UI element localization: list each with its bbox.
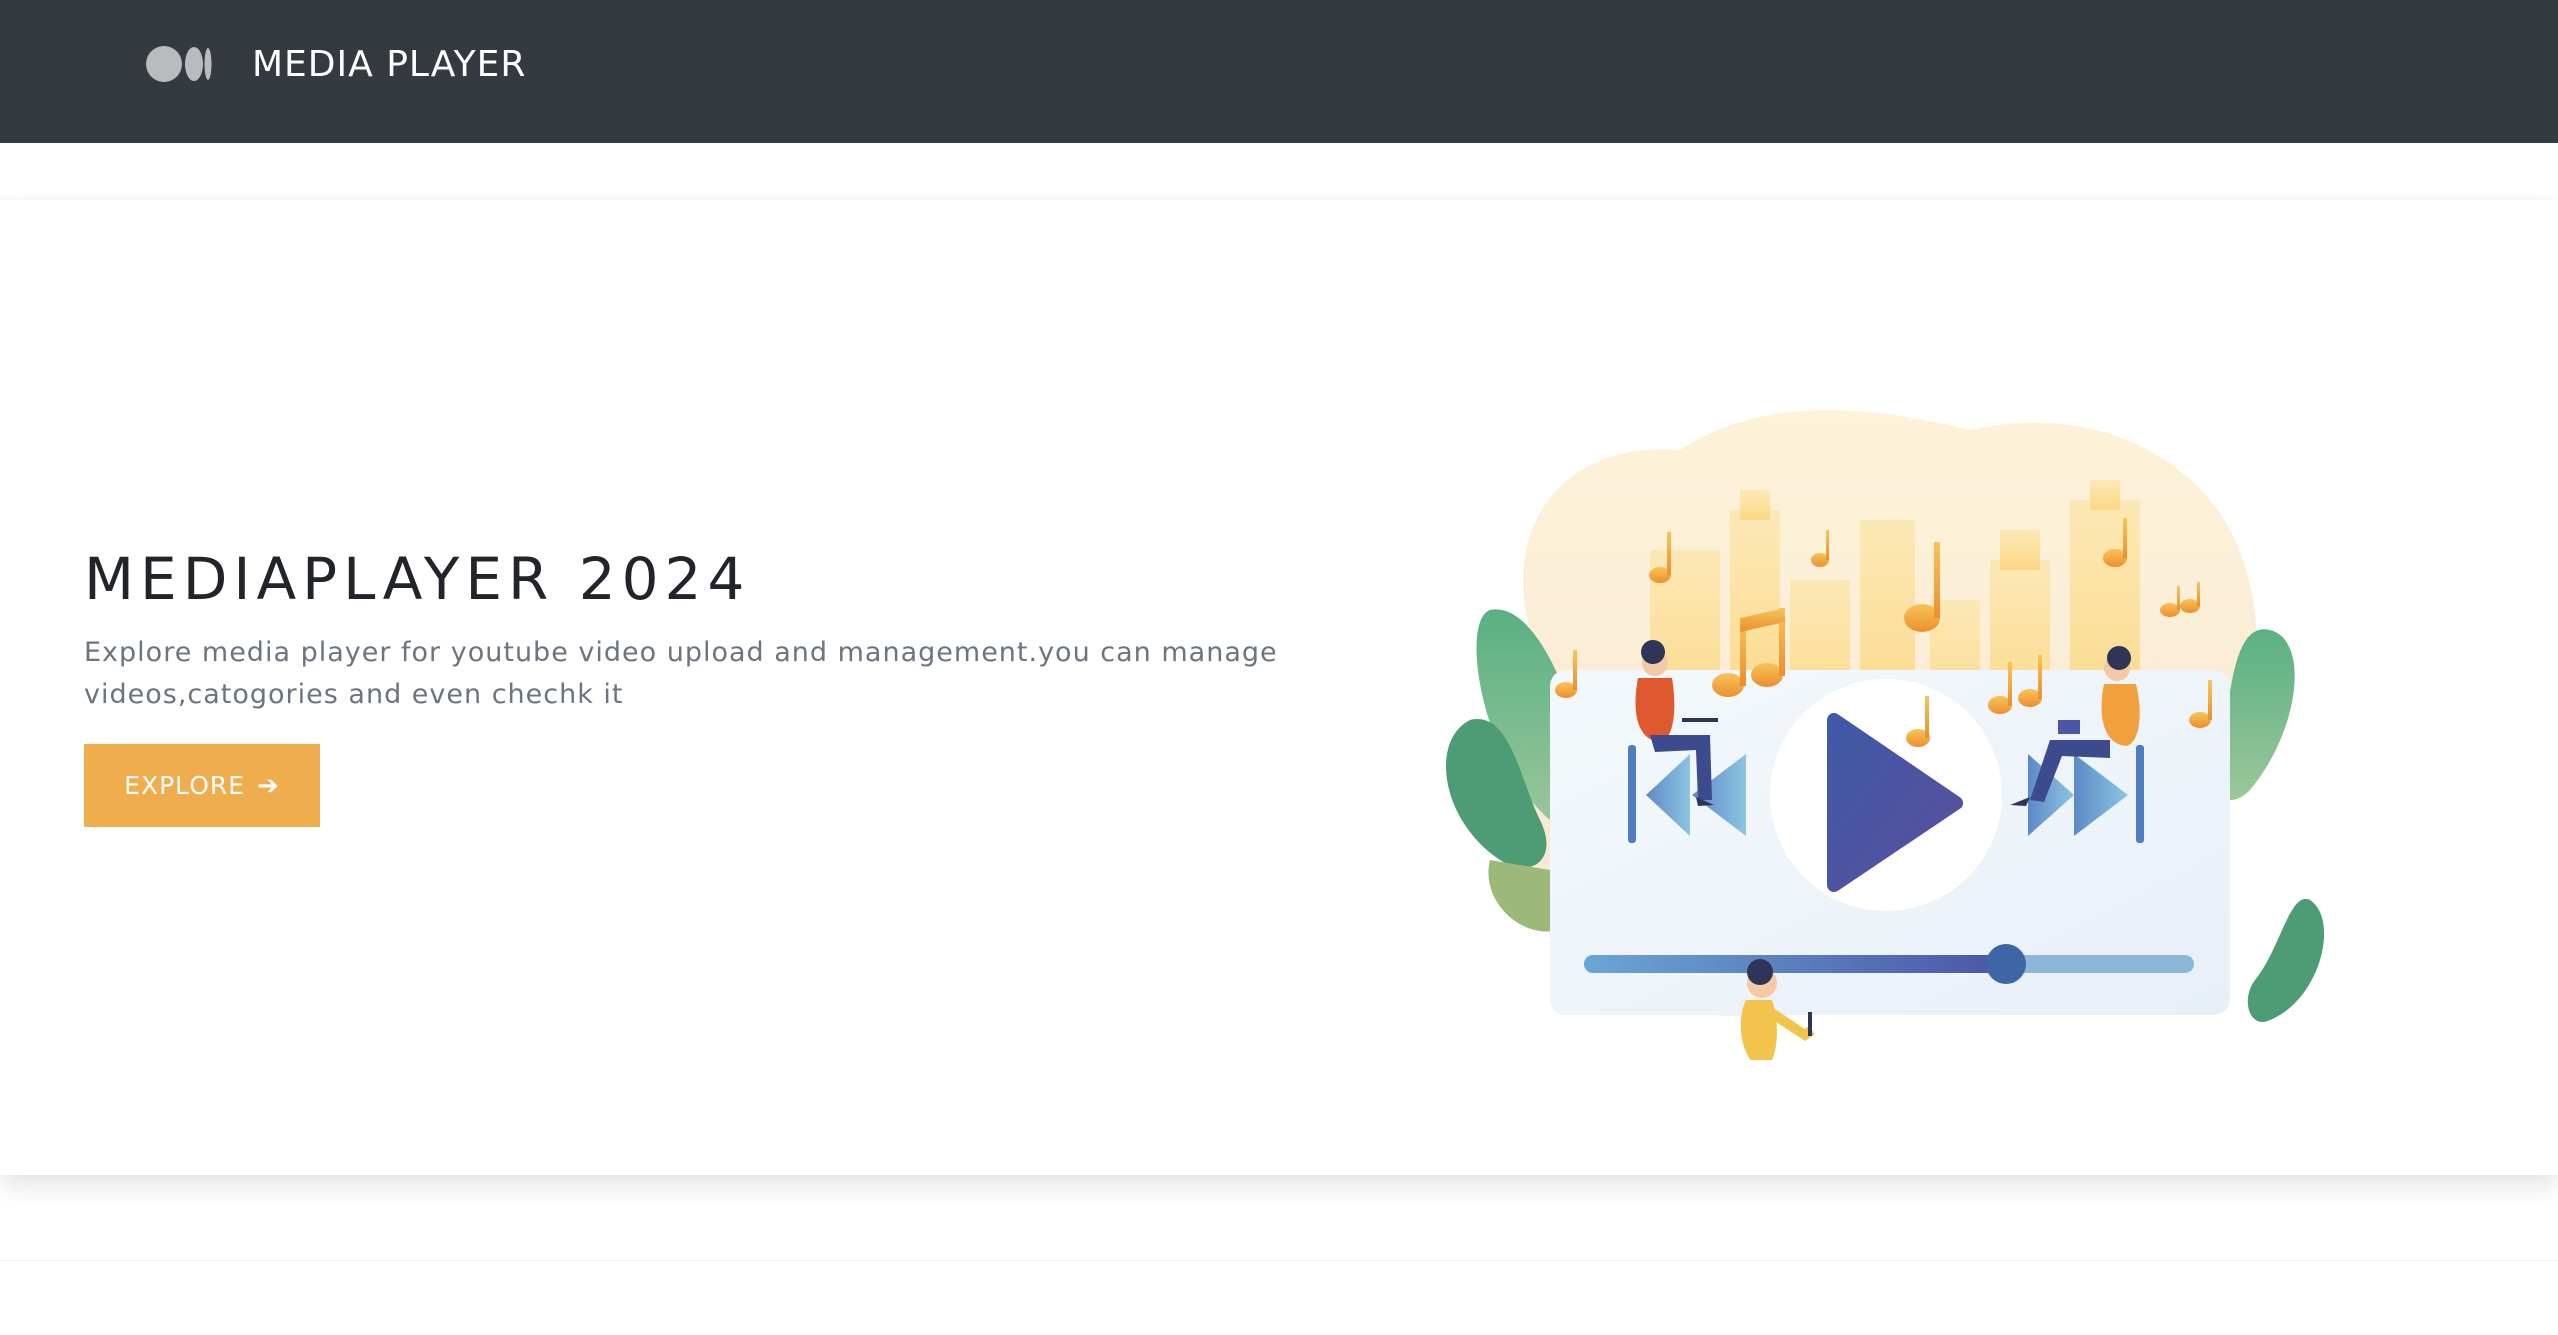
media-player-illustration [1446,410,2325,1060]
hero-section: MEDIAPLAYER 2024 Explore media player fo… [0,200,2558,1175]
arrow-right-icon: ➔ [257,770,280,801]
section-divider [0,1260,2558,1261]
brand-title: MEDIA PLAYER [252,43,527,85]
explore-button[interactable]: EXPLORE ➔ [84,744,320,827]
page-title: MEDIAPLAYER 2024 [84,545,751,613]
medium-logo-icon [146,46,212,82]
hero-description: Explore media player for youtube video u… [84,637,1278,710]
navbar: MEDIA PLAYER [0,0,2558,143]
explore-button-label: EXPLORE [124,771,246,800]
brand-link[interactable]: MEDIA PLAYER [146,43,527,85]
